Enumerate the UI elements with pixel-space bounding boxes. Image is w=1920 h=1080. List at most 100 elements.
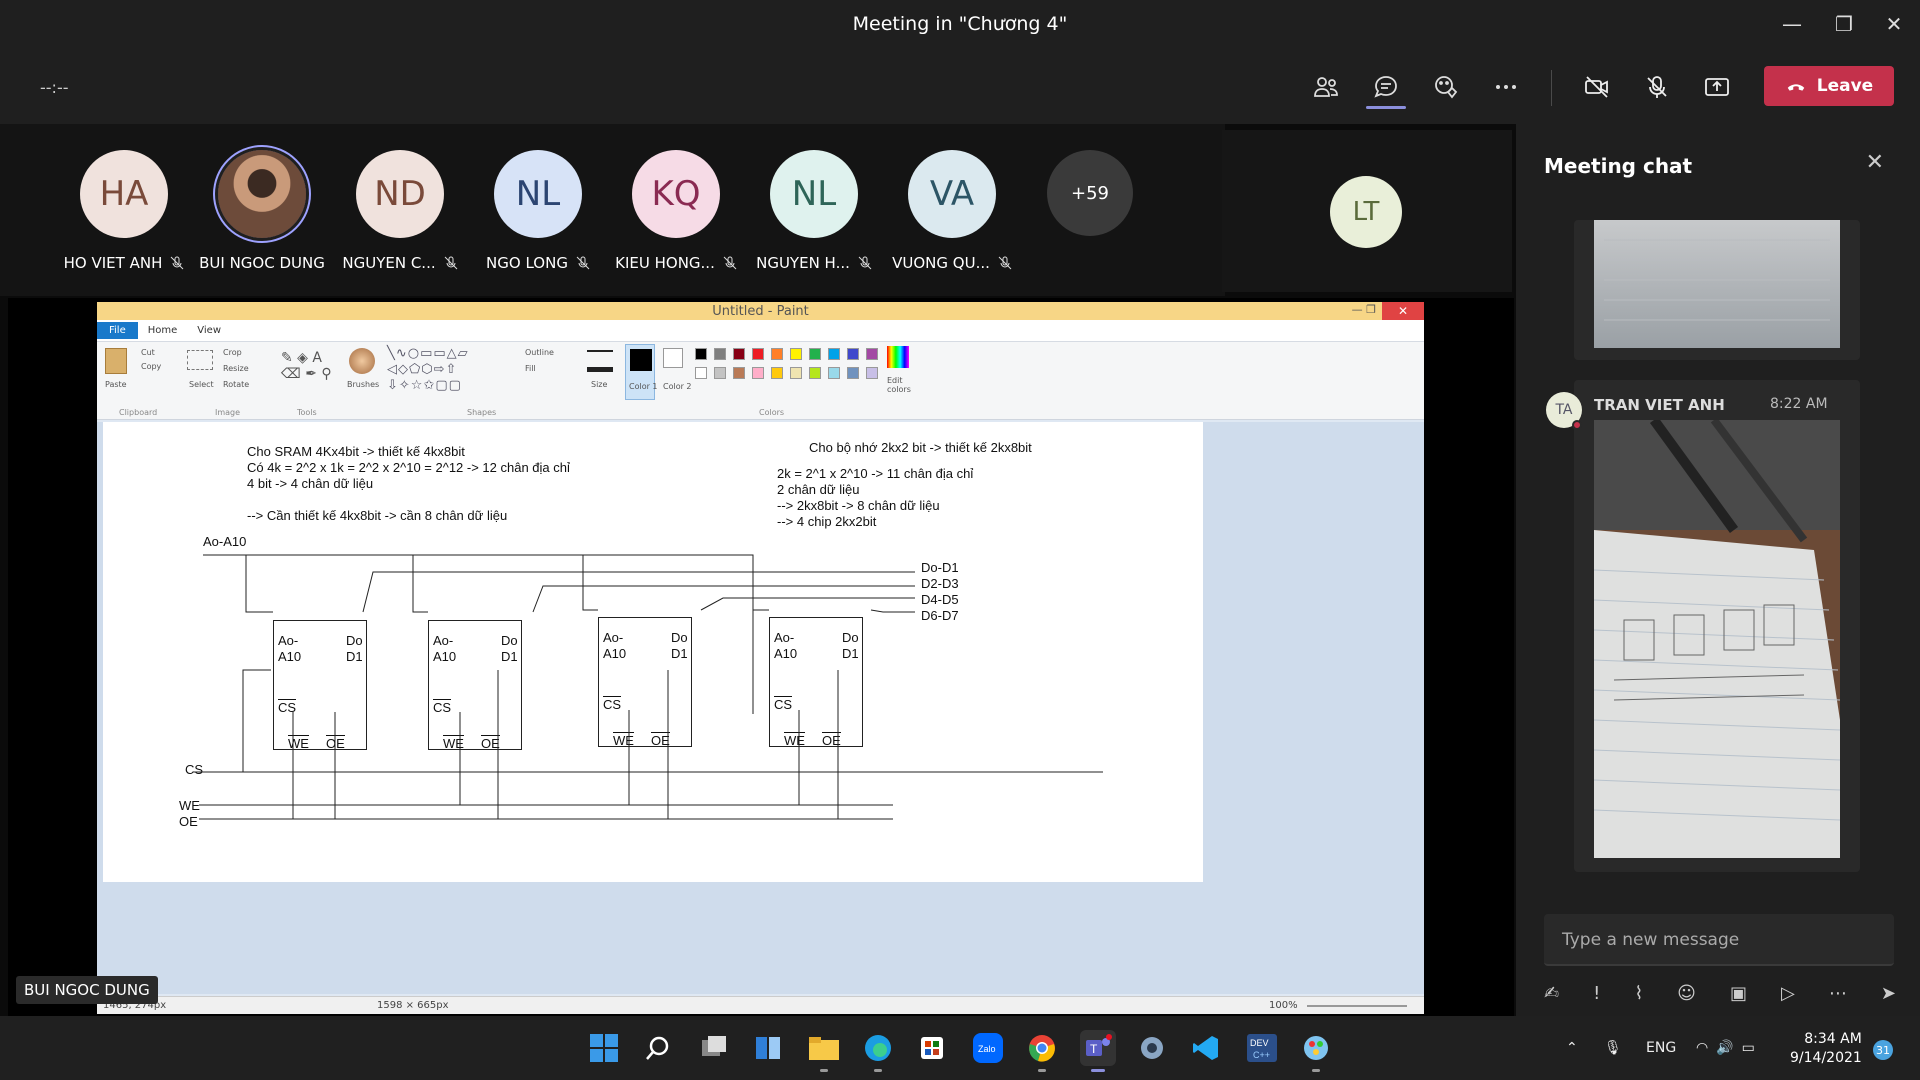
participant-tile[interactable]: BUI NGOC DUNG <box>192 150 332 272</box>
resize-label[interactable]: Resize <box>223 364 249 373</box>
color-swatch[interactable] <box>771 348 783 360</box>
crop-label[interactable]: Crop <box>223 348 242 357</box>
microphone-tray-icon[interactable]: 🎙 <box>1604 1016 1622 1080</box>
color-swatch[interactable] <box>733 367 745 379</box>
send-icon[interactable]: ➤ <box>1881 983 1896 1004</box>
color-swatch[interactable] <box>790 367 802 379</box>
participant-tile[interactable]: ND NGUYEN C... <box>330 150 470 272</box>
close-chat-icon[interactable]: ✕ <box>1866 150 1884 175</box>
color-swatch[interactable] <box>733 348 745 360</box>
edge-icon[interactable] <box>860 1030 896 1072</box>
color-swatch[interactable] <box>714 348 726 360</box>
tab-file[interactable]: File <box>97 322 138 339</box>
color-swatch[interactable] <box>847 367 859 379</box>
widgets-icon[interactable] <box>750 1030 786 1066</box>
color2-box[interactable] <box>663 348 683 368</box>
participant-tile[interactable]: NL NGUYEN H... <box>744 150 884 272</box>
paint-app-icon[interactable] <box>1298 1030 1334 1072</box>
close-window-button[interactable]: ✕ <box>1868 0 1920 48</box>
color-swatch[interactable] <box>809 367 821 379</box>
reactions-icon[interactable] <box>1423 64 1469 110</box>
task-view-icon[interactable] <box>696 1030 732 1066</box>
sticker-icon[interactable]: ▣ <box>1730 983 1747 1004</box>
start-icon[interactable] <box>586 1030 622 1066</box>
share-screen-icon[interactable] <box>1694 64 1740 110</box>
color-swatch[interactable] <box>752 367 764 379</box>
lt-avatar[interactable]: LT <box>1330 176 1402 248</box>
message-input[interactable]: Type a new message <box>1544 914 1894 966</box>
participant-tile[interactable]: +59 <box>1020 150 1160 236</box>
language-indicator[interactable]: ENG <box>1646 1016 1676 1080</box>
chat-image-2[interactable] <box>1594 420 1840 858</box>
teams-icon[interactable]: T <box>1080 1030 1116 1072</box>
camera-off-icon[interactable] <box>1574 64 1620 110</box>
color-swatch[interactable] <box>714 367 726 379</box>
restore-button[interactable]: ❐ <box>1818 0 1870 48</box>
color-swatch[interactable] <box>828 348 840 360</box>
color-swatch[interactable] <box>866 348 878 360</box>
participant-tile[interactable]: HA HO VIET ANH <box>54 150 194 272</box>
chip-pin-label: A10 <box>774 646 798 661</box>
chat-icon[interactable] <box>1363 64 1409 110</box>
network-sound-battery[interactable]: ◠ 🔊 ▭ <box>1696 1016 1755 1080</box>
color-swatch[interactable] <box>790 348 802 360</box>
leave-button[interactable]: Leave <box>1764 66 1894 106</box>
forward-icon[interactable]: ▷ <box>1781 983 1795 1004</box>
vscode-icon[interactable] <box>1188 1030 1224 1066</box>
more-options-icon[interactable] <box>1483 64 1529 110</box>
participant-tile[interactable]: NL NGO LONG <box>468 150 608 272</box>
color-swatch[interactable] <box>809 348 821 360</box>
attach-icon[interactable]: ⌇ <box>1634 983 1643 1004</box>
edit-colors-icon[interactable] <box>887 346 909 368</box>
important-icon[interactable]: ! <box>1593 983 1600 1004</box>
color-swatch[interactable] <box>828 367 840 379</box>
sram-chip: Ao- A10 Do D1 CS WE OE <box>769 617 863 748</box>
fill-label[interactable]: Fill <box>525 364 536 373</box>
outline-label[interactable]: Outline <box>525 348 554 357</box>
paste-icon[interactable] <box>105 348 127 374</box>
paint-close-button[interactable]: ✕ <box>1382 302 1424 320</box>
color-swatch[interactable] <box>866 367 878 379</box>
more-compose-icon[interactable]: ⋯ <box>1829 983 1847 1004</box>
tab-view[interactable]: View <box>187 322 231 339</box>
zalo-icon[interactable]: Zalo <box>970 1030 1006 1066</box>
tab-home[interactable]: Home <box>138 322 188 339</box>
minimize-button[interactable]: — <box>1766 0 1818 48</box>
devcpp-icon[interactable]: DEV C++ <box>1244 1030 1280 1066</box>
settings-icon[interactable] <box>1134 1030 1170 1066</box>
notification-badge[interactable]: 31 <box>1873 1040 1893 1060</box>
color-swatch[interactable] <box>771 367 783 379</box>
file-explorer-icon[interactable] <box>806 1030 842 1072</box>
chrome-icon[interactable] <box>1024 1030 1060 1072</box>
mic-off-icon[interactable] <box>1634 64 1680 110</box>
participants-icon[interactable] <box>1303 64 1349 110</box>
participant-tile[interactable]: VA VUONG QU... <box>882 150 1022 272</box>
color-swatch[interactable] <box>847 348 859 360</box>
shapes-gallery[interactable]: ╲∿○▭▭△▱ ◁◇⬠⬡⇨⇧ ⇩✧☆✩▢▢ <box>387 346 507 394</box>
paint-window-controls[interactable]: — ❐ <box>1352 303 1376 316</box>
brushes-icon[interactable] <box>349 348 375 374</box>
chat-image-1[interactable] <box>1594 220 1840 348</box>
format-icon[interactable]: ✍ <box>1544 983 1559 1004</box>
emoji-icon[interactable]: ☺ <box>1677 983 1696 1004</box>
office-icon[interactable] <box>914 1030 950 1066</box>
system-clock[interactable]: 8:34 AM 9/14/2021 <box>1790 1030 1862 1068</box>
search-icon[interactable] <box>640 1030 676 1066</box>
tools-icons[interactable]: ✎ ◈ A ⌫ ✒ ⚲ <box>281 350 337 386</box>
color-swatch[interactable] <box>695 367 707 379</box>
color-swatch[interactable] <box>695 348 707 360</box>
color1-box[interactable] <box>625 344 655 400</box>
paint-title: Untitled - Paint <box>712 303 809 319</box>
paint-canvas[interactable]: Cho SRAM 4Kx4bit -> thiết kế 4kx8bit Có … <box>103 422 1203 882</box>
participant-tile[interactable]: KQ KIEU HONG... <box>606 150 746 272</box>
note-line-1: Cho SRAM 4Kx4bit -> thiết kế 4kx8bit <box>247 444 465 459</box>
size-icon[interactable] <box>587 350 613 372</box>
show-hidden-icons[interactable]: ⌃ <box>1566 1016 1578 1080</box>
rotate-label[interactable]: Rotate <box>223 380 249 389</box>
cut-label[interactable]: Cut <box>141 348 155 357</box>
copy-label[interactable]: Copy <box>141 362 161 371</box>
select-icon[interactable] <box>187 350 213 370</box>
color-swatch[interactable] <box>752 348 764 360</box>
zoom-slider[interactable] <box>1307 1005 1407 1007</box>
chip-pin-label: Do <box>842 630 859 645</box>
